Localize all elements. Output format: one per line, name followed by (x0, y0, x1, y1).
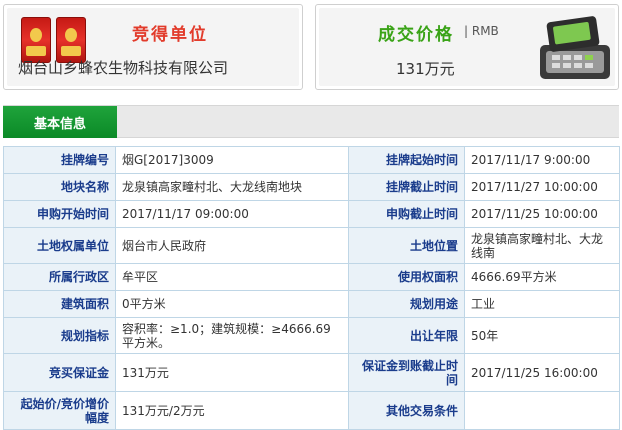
field-value: 龙泉镇高家疃村北、大龙线南 (464, 227, 620, 264)
field-label: 所属行政区 (3, 263, 116, 291)
field-label: 起始价/竞价增价幅度 (3, 391, 116, 430)
winner-title: 竞得单位 (132, 25, 208, 45)
field-label: 地块名称 (3, 173, 116, 201)
field-value: 131万元/2万元 (115, 391, 349, 430)
field-label: 挂牌编号 (3, 146, 116, 174)
field-value: 工业 (464, 290, 620, 318)
table-row: 建筑面积 0平方米 规划用途 工业 (3, 290, 620, 318)
field-value: 2017/11/25 10:00:00 (464, 200, 620, 228)
price-card: 成交价格 | RMB 131万元 (315, 4, 619, 90)
basic-info-table: 挂牌编号 烟G[2017]3009 挂牌起始时间 2017/11/17 9:00… (3, 146, 620, 430)
price-title: 成交价格 (378, 25, 454, 45)
pos-terminal-icon (540, 16, 610, 79)
field-label: 挂牌截止时间 (348, 173, 465, 201)
section-header-bar: 基本信息 (3, 105, 619, 138)
field-label: 使用权面积 (348, 263, 465, 291)
field-label: 建筑面积 (3, 290, 116, 318)
field-value: 容积率：≥1.0；建筑规模：≥4666.69平方米。 (115, 317, 349, 354)
tab-basic-info[interactable]: 基本信息 (3, 106, 117, 138)
field-value: 烟G[2017]3009 (115, 146, 349, 174)
field-label: 申购开始时间 (3, 200, 116, 228)
deal-price-value: 131万元 (396, 60, 455, 78)
table-row: 土地权属单位 烟台市人民政府 土地位置 龙泉镇高家疃村北、大龙线南 (3, 227, 620, 264)
field-label: 挂牌起始时间 (348, 146, 465, 174)
field-value: 牟平区 (115, 263, 349, 291)
field-label: 土地位置 (348, 227, 465, 264)
field-value: 2017/11/25 16:00:00 (464, 353, 620, 392)
field-value: 2017/11/17 9:00:00 (464, 146, 620, 174)
field-label: 规划指标 (3, 317, 116, 354)
table-row: 竞买保证金 131万元 保证金到账截止时间 2017/11/25 16:00:0… (3, 353, 620, 392)
field-value: 50年 (464, 317, 620, 354)
currency-unit: | RMB (464, 24, 499, 38)
field-label: 保证金到账截止时间 (348, 353, 465, 392)
field-label: 竞买保证金 (3, 353, 116, 392)
field-value: 烟台市人民政府 (115, 227, 349, 264)
field-value: 131万元 (115, 353, 349, 392)
field-value: 龙泉镇高家疃村北、大龙线南地块 (115, 173, 349, 201)
table-row: 申购开始时间 2017/11/17 09:00:00 申购截止时间 2017/1… (3, 200, 620, 228)
table-row: 地块名称 龙泉镇高家疃村北、大龙线南地块 挂牌截止时间 2017/11/27 1… (3, 173, 620, 201)
field-label: 申购截止时间 (348, 200, 465, 228)
field-value (464, 391, 620, 430)
table-row: 所属行政区 牟平区 使用权面积 4666.69平方米 (3, 263, 620, 291)
field-label: 规划用途 (348, 290, 465, 318)
field-value: 0平方米 (115, 290, 349, 318)
table-row: 挂牌编号 烟G[2017]3009 挂牌起始时间 2017/11/17 9:00… (3, 146, 620, 174)
field-value: 2017/11/27 10:00:00 (464, 173, 620, 201)
winner-card: 竞得单位 烟台山乡蜂农生物科技有限公司 (3, 4, 303, 90)
field-label: 出让年限 (348, 317, 465, 354)
field-value: 2017/11/17 09:00:00 (115, 200, 349, 228)
table-row: 规划指标 容积率：≥1.0；建筑规模：≥4666.69平方米。 出让年限 50年 (3, 317, 620, 354)
winner-company-name: 烟台山乡蜂农生物科技有限公司 (18, 59, 229, 77)
field-label: 土地权属单位 (3, 227, 116, 264)
field-value: 4666.69平方米 (464, 263, 620, 291)
table-row: 起始价/竞价增价幅度 131万元/2万元 其他交易条件 (3, 391, 620, 430)
field-label: 其他交易条件 (348, 391, 465, 430)
